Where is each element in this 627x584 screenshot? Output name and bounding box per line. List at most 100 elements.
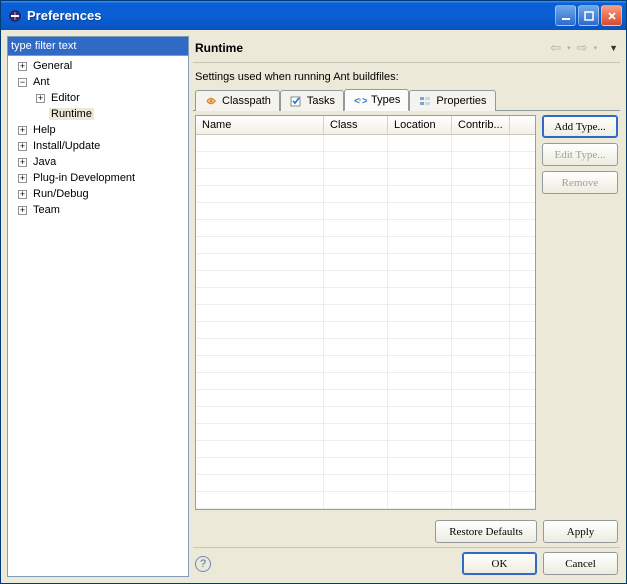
expand-icon[interactable]: + <box>18 62 27 71</box>
tree-item-help[interactable]: + Help <box>8 122 188 138</box>
table-cell <box>324 441 388 457</box>
minimize-button[interactable] <box>555 5 576 26</box>
table-cell <box>324 407 388 423</box>
maximize-button[interactable] <box>578 5 599 26</box>
table-cell <box>452 441 510 457</box>
preferences-tree[interactable]: + General −Ant+Editor Runtime + Help +Install/… <box>7 56 189 577</box>
table-row[interactable] <box>196 390 535 407</box>
expand-icon[interactable]: + <box>18 190 27 199</box>
properties-icon <box>418 94 432 108</box>
table-cell <box>388 271 452 287</box>
filter-input[interactable] <box>7 36 189 56</box>
tree-item-team[interactable]: +Team <box>8 202 188 218</box>
table-cell <box>452 237 510 253</box>
tree-item-run-debug[interactable]: +Run/Debug <box>8 186 188 202</box>
table-cell <box>196 254 324 270</box>
table-row[interactable] <box>196 424 535 441</box>
table-row[interactable] <box>196 373 535 390</box>
add-type-button[interactable]: Add Type... <box>542 115 618 138</box>
table-cell <box>388 458 452 474</box>
tab-types[interactable]: <>Types <box>344 89 409 111</box>
table-row[interactable] <box>196 135 535 152</box>
table-cell <box>324 220 388 236</box>
column-header-location[interactable]: Location <box>388 116 452 135</box>
table-row[interactable] <box>196 339 535 356</box>
table-row[interactable] <box>196 475 535 492</box>
table-cell <box>452 135 510 151</box>
table-cell <box>324 492 388 508</box>
table-row[interactable] <box>196 220 535 237</box>
types-table[interactable]: NameClassLocationContrib... <box>195 115 536 510</box>
tab-classpath[interactable]: Classpath <box>195 90 280 111</box>
table-row[interactable] <box>196 169 535 186</box>
expand-icon[interactable]: + <box>18 158 27 167</box>
table-cell <box>196 288 324 304</box>
restore-defaults-button[interactable]: Restore Defaults <box>435 520 537 543</box>
table-cell <box>324 186 388 202</box>
table-cell <box>452 373 510 389</box>
table-row[interactable] <box>196 322 535 339</box>
tree-item-ant[interactable]: −Ant <box>8 74 188 90</box>
tree-item-install-update[interactable]: +Install/Update <box>8 138 188 154</box>
expand-icon[interactable]: + <box>36 94 45 103</box>
table-cell <box>196 441 324 457</box>
table-cell <box>324 424 388 440</box>
table-row[interactable] <box>196 441 535 458</box>
tab-tasks[interactable]: Tasks <box>280 90 344 111</box>
table-row[interactable] <box>196 271 535 288</box>
tab-properties[interactable]: Properties <box>409 90 495 111</box>
table-cell <box>324 271 388 287</box>
table-row[interactable] <box>196 407 535 424</box>
table-cell <box>196 203 324 219</box>
table-cell <box>452 152 510 168</box>
column-header-class[interactable]: Class <box>324 116 388 135</box>
expand-icon[interactable]: + <box>18 174 27 183</box>
table-row[interactable] <box>196 305 535 322</box>
table-cell <box>196 305 324 321</box>
cancel-button[interactable]: Cancel <box>543 552 618 575</box>
table-cell <box>324 356 388 372</box>
table-row[interactable] <box>196 186 535 203</box>
table-cell <box>452 339 510 355</box>
table-row[interactable] <box>196 458 535 475</box>
collapse-icon[interactable]: − <box>18 78 27 87</box>
back-dropdown-icon: ▾ <box>567 44 571 52</box>
tree-item-general[interactable]: + General <box>8 58 188 74</box>
table-cell <box>388 492 452 508</box>
table-cell <box>196 390 324 406</box>
table-row[interactable] <box>196 152 535 169</box>
menu-dropdown-icon[interactable]: ▼ <box>609 43 618 53</box>
titlebar[interactable]: Preferences <box>1 1 626 30</box>
tree-item-java[interactable]: +Java <box>8 154 188 170</box>
tree-item-plug-in-development[interactable]: +Plug-in Development <box>8 170 188 186</box>
tree-label: General <box>31 60 74 72</box>
expand-icon[interactable]: + <box>18 142 27 151</box>
help-icon[interactable]: ? <box>195 556 211 572</box>
table-row[interactable] <box>196 288 535 305</box>
table-cell <box>196 322 324 338</box>
tree-label: Runtime <box>49 108 94 120</box>
table-row[interactable] <box>196 237 535 254</box>
table-cell <box>388 135 452 151</box>
table-row[interactable] <box>196 203 535 220</box>
table-cell <box>324 237 388 253</box>
tree-item-runtime[interactable]: Runtime <box>8 106 188 122</box>
tasks-icon <box>289 94 303 108</box>
tree-label: Help <box>31 124 58 136</box>
apply-button[interactable]: Apply <box>543 520 618 543</box>
tree-item-editor[interactable]: +Editor <box>8 90 188 106</box>
column-header-contrib[interactable]: Contrib... <box>452 116 510 135</box>
table-row[interactable] <box>196 254 535 271</box>
expand-icon[interactable]: + <box>18 206 27 215</box>
table-cell <box>452 220 510 236</box>
table-row[interactable] <box>196 356 535 373</box>
table-cell <box>324 254 388 270</box>
table-row[interactable] <box>196 492 535 509</box>
ok-button[interactable]: OK <box>462 552 537 575</box>
table-cell <box>388 339 452 355</box>
column-header-name[interactable]: Name <box>196 116 324 135</box>
table-cell <box>324 475 388 491</box>
expand-icon[interactable]: + <box>18 126 27 135</box>
table-cell <box>452 390 510 406</box>
close-button[interactable] <box>601 5 622 26</box>
